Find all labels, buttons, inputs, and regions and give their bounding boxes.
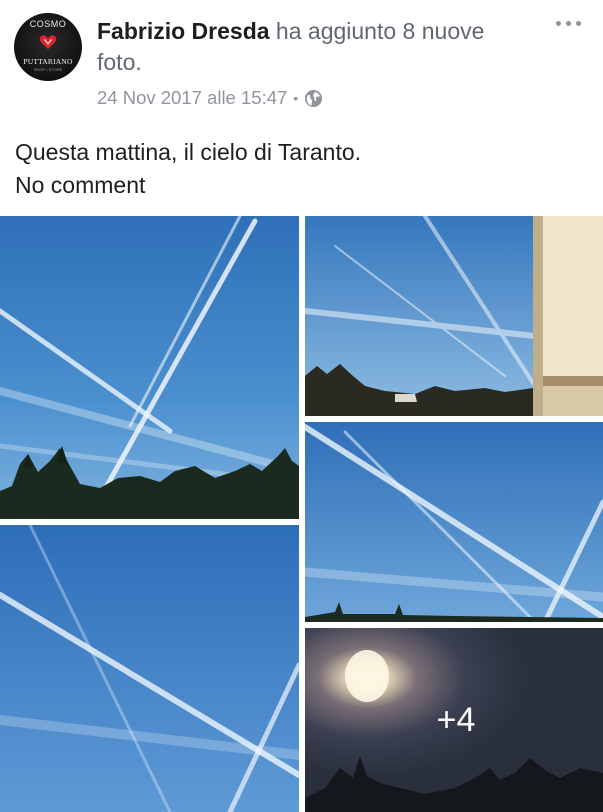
photo-2[interactable] bbox=[305, 216, 603, 416]
post-header: Fabrizio Dresda ha aggiunto 8 nuove foto… bbox=[97, 16, 517, 78]
more-photos-count[interactable]: +4 bbox=[305, 628, 603, 812]
meta-separator: • bbox=[293, 90, 299, 106]
photo-5[interactable]: +4 bbox=[305, 628, 603, 812]
post-caption: Questa mattina, il cielo di Taranto. No … bbox=[15, 136, 361, 202]
photo-4-image bbox=[0, 525, 299, 812]
photo-3[interactable] bbox=[305, 422, 603, 622]
photo-2-image bbox=[305, 216, 603, 416]
photo-3-image bbox=[305, 422, 603, 622]
logo-bottom-text: PUTTARIANO bbox=[23, 57, 73, 66]
more-options-icon[interactable] bbox=[556, 21, 581, 26]
more-dot bbox=[566, 21, 571, 26]
more-dot bbox=[556, 21, 561, 26]
facebook-post: COSMO PUTTARIANO SHOP • STORE Fabrizio D… bbox=[0, 0, 603, 812]
heart-logo-icon bbox=[39, 35, 57, 50]
logo-top-text: COSMO bbox=[29, 19, 67, 29]
more-dot bbox=[576, 21, 581, 26]
author-avatar[interactable]: COSMO PUTTARIANO SHOP • STORE bbox=[14, 13, 82, 81]
caption-line-2: No comment bbox=[15, 172, 146, 198]
author-name[interactable]: Fabrizio Dresda bbox=[97, 18, 270, 44]
photo-4[interactable] bbox=[0, 525, 299, 812]
post-timestamp[interactable]: 24 Nov 2017 alle 15:47 bbox=[97, 86, 287, 110]
photo-1-image bbox=[0, 216, 299, 519]
globe-icon[interactable] bbox=[304, 89, 323, 108]
caption-line-1: Questa mattina, il cielo di Taranto. bbox=[15, 139, 362, 165]
logo-tiny-text: SHOP • STORE bbox=[33, 67, 63, 72]
photo-1[interactable] bbox=[0, 216, 299, 519]
post-meta: 24 Nov 2017 alle 15:47 • bbox=[97, 86, 323, 110]
